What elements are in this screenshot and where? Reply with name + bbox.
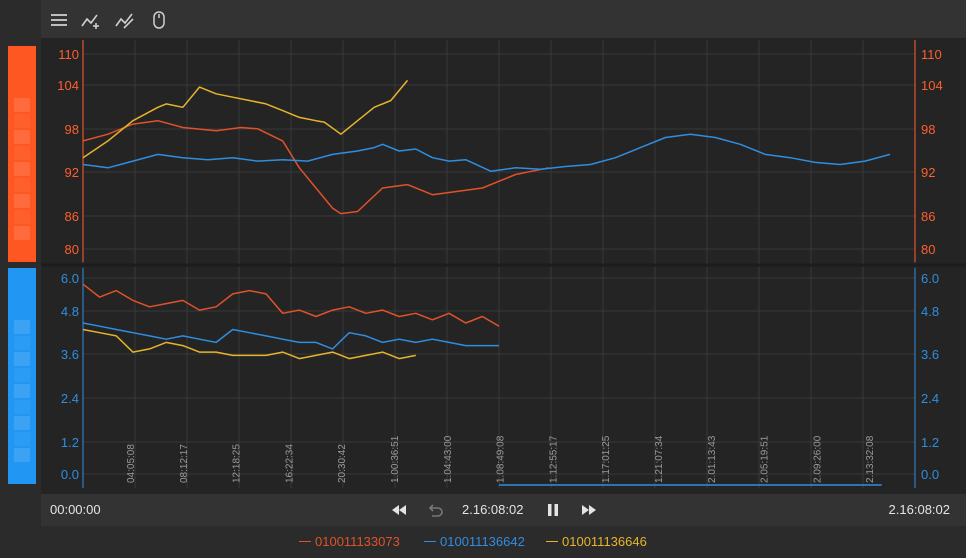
legend-item[interactable]: 010011133073	[315, 534, 400, 549]
y-tick-label-right: 92	[921, 165, 935, 180]
chart-legend: 010011133073 010011136642 010011136646	[41, 526, 966, 558]
y-tick-label-left: 92	[65, 165, 79, 180]
x-tick-label: 1.00:36:51	[390, 435, 401, 483]
x-tick-label: 2.13:32:08	[865, 435, 876, 483]
multi-panel-line-chart[interactable]: 110 110 104 104 98 98 92 92 86 86 80 80 6.0 6.0 4.8 4.8…	[41, 38, 966, 494]
legend-item[interactable]: 010011136646	[562, 534, 647, 549]
x-tick-label: 2.01:13:43	[707, 435, 718, 483]
chart-toolbar	[41, 0, 966, 39]
playback-bar: 00:00:00 2.16:08:02 2.16:08:02	[41, 494, 966, 526]
swatch-shade	[14, 178, 30, 192]
y-tick-label-right: 80	[921, 242, 935, 257]
mouse-icon[interactable]	[149, 10, 169, 30]
y-tick-label-right: 86	[921, 209, 935, 224]
series-line	[82, 133, 891, 172]
series-group-sidebar	[0, 0, 41, 558]
add-series-icon[interactable]	[81, 10, 101, 30]
fast-forward-icon[interactable]	[580, 501, 598, 519]
y-tick-label-left: 1.2	[61, 435, 79, 450]
x-tick-label: 20:30:42	[337, 444, 348, 483]
swatch-shade	[14, 194, 30, 208]
start-time: 00:00:00	[50, 502, 101, 517]
y-tick-label-left: 4.8	[61, 304, 79, 319]
swatch-shade	[14, 210, 30, 224]
x-tick-label: 16:22:34	[284, 444, 295, 483]
x-tick-label: 2.09:26:00	[812, 435, 823, 483]
legend-line	[546, 541, 558, 542]
swatch-shade	[14, 352, 30, 366]
legend-line	[299, 541, 311, 542]
y-tick-label-left: 80	[65, 242, 79, 257]
y-tick-label-left: 3.6	[61, 347, 79, 362]
y-tick-label-left: 2.4	[61, 391, 79, 406]
swatch-shade	[14, 336, 30, 350]
swatch-shade	[14, 320, 30, 334]
swatch-shade	[14, 400, 30, 414]
series-line	[82, 119, 550, 215]
y-tick-label-right: 2.4	[921, 391, 939, 406]
undo-icon[interactable]	[426, 501, 444, 519]
legend-item[interactable]: 010011136642	[440, 534, 525, 549]
swatch-shade	[14, 114, 30, 128]
x-tick-label: 1.04:43:00	[443, 435, 454, 483]
y-tick-label-right: 98	[921, 122, 935, 137]
pause-icon[interactable]	[544, 501, 562, 519]
x-tick-label: 08:12:17	[179, 444, 190, 483]
y-tick-label-left: 104	[57, 78, 79, 93]
swatch-shade	[14, 130, 30, 144]
y-tick-label-right: 6.0	[921, 271, 939, 286]
y-tick-label-right: 0.0	[921, 467, 939, 482]
end-time: 2.16:08:02	[888, 502, 950, 517]
top-panel-swatch[interactable]	[8, 46, 36, 262]
x-tick-label: 1.08:49:08	[496, 435, 507, 483]
swatch-shade	[14, 162, 30, 176]
bottom-panel-swatch[interactable]	[8, 268, 36, 484]
x-tick-label: 1.17:01:25	[601, 435, 612, 483]
y-tick-label-left: 98	[65, 122, 79, 137]
x-tick-label: 2.05:19:51	[760, 435, 771, 483]
y-tick-label-left: 0.0	[61, 467, 79, 482]
swatch-shade	[14, 146, 30, 160]
swatch-shade	[14, 432, 30, 446]
y-tick-label-left: 6.0	[61, 271, 79, 286]
swatch-shade	[14, 416, 30, 430]
y-tick-label-right: 104	[921, 78, 943, 93]
swatch-shade	[14, 98, 30, 112]
y-tick-label-right: 3.6	[921, 347, 939, 362]
menu-icon[interactable]	[49, 10, 69, 30]
x-tick-label: 04:05:08	[126, 444, 137, 483]
swatch-shade	[14, 226, 30, 240]
y-tick-label-left: 86	[65, 209, 79, 224]
swatch-shade	[14, 368, 30, 382]
swatch-shade	[14, 384, 30, 398]
y-tick-label-right: 110	[921, 47, 942, 62]
rewind-icon[interactable]	[390, 501, 408, 519]
x-tick-label: 1.21:07:34	[654, 435, 665, 483]
x-tick-label: 1.12:55:17	[548, 435, 559, 483]
x-tick-label: 12:18:25	[232, 444, 243, 483]
y-tick-label-right: 1.2	[921, 435, 939, 450]
legend-line	[424, 541, 436, 542]
y-tick-label-left: 110	[58, 47, 79, 62]
y-tick-label-right: 4.8	[921, 304, 939, 319]
current-time: 2.16:08:02	[462, 502, 524, 517]
swatch-shade	[14, 448, 30, 462]
series-line	[82, 79, 409, 159]
edit-series-icon[interactable]	[115, 10, 135, 30]
